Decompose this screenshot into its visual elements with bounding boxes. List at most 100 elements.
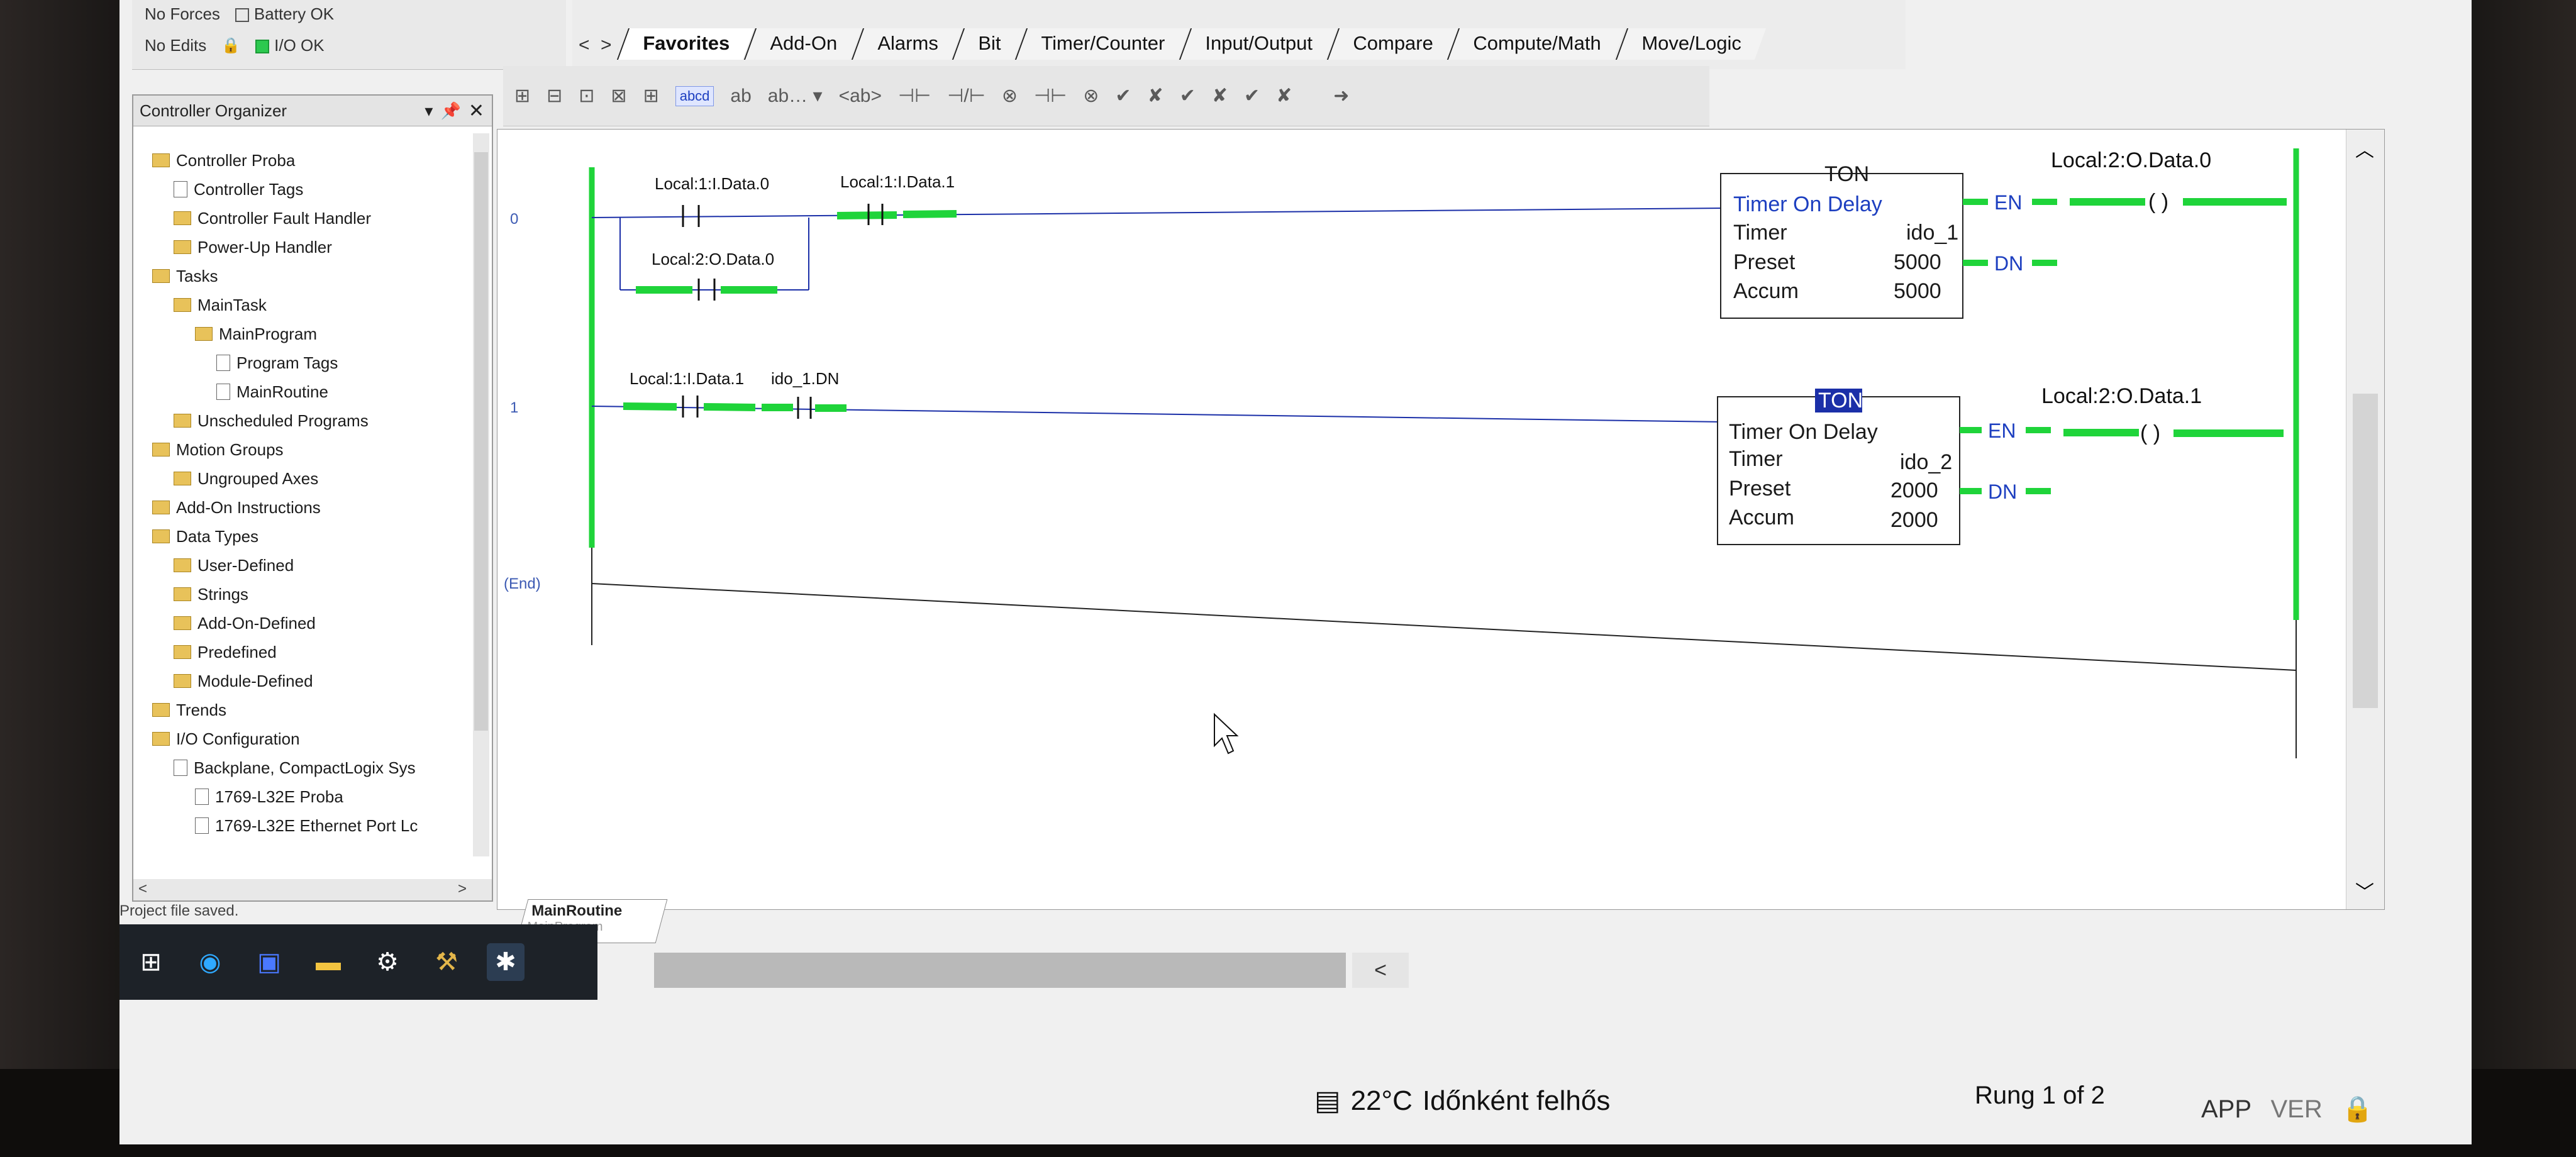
xio-icon[interactable]: ⊞ bbox=[643, 85, 659, 107]
contact-open-icon[interactable]: ⊣⊢ bbox=[898, 85, 931, 107]
tree-node[interactable]: Program Tags bbox=[152, 348, 467, 377]
coil-unlatch-icon[interactable]: ⊗ bbox=[1083, 85, 1099, 107]
organizer-pin-icon[interactable]: 📌 bbox=[440, 101, 460, 121]
studio5000-icon[interactable]: ✱ bbox=[487, 943, 525, 981]
tree-node-label: MainRoutine bbox=[236, 382, 328, 401]
rung-1-contact-1[interactable]: Local:1:I.Data.1 bbox=[623, 369, 756, 418]
tree-node[interactable]: Tasks bbox=[152, 262, 467, 291]
tree-node[interactable]: Strings bbox=[152, 580, 467, 609]
rung-1-timer-tag[interactable]: ido_2 bbox=[1900, 450, 1952, 474]
hscroll-left-arrow-icon[interactable]: < bbox=[1352, 953, 1409, 988]
tree-node[interactable]: Unscheduled Programs bbox=[152, 406, 467, 435]
instruction-tab[interactable]: Move/Logic bbox=[1615, 28, 1766, 60]
tree-node[interactable]: Module-Defined bbox=[152, 667, 467, 695]
ab-icon[interactable]: ab bbox=[730, 86, 751, 107]
rung-1-accum-value[interactable]: 2000 bbox=[1890, 508, 1938, 532]
editor-hscrollbar[interactable]: < bbox=[654, 953, 1409, 988]
instruction-tab[interactable]: Compute/Math bbox=[1447, 28, 1626, 60]
instruction-tab-label: Favorites bbox=[643, 32, 730, 54]
rung-1-ton-block[interactable]: TON Timer On Delay Timer ido_2 Preset 20… bbox=[1717, 389, 1960, 545]
tree-node[interactable]: Predefined bbox=[152, 638, 467, 667]
organizer-scroll-thumb[interactable] bbox=[474, 152, 488, 731]
tree-node[interactable]: I/O Configuration bbox=[152, 724, 467, 753]
xic-icon[interactable]: ⊠ bbox=[611, 85, 626, 107]
palette-prev-arrow[interactable]: < bbox=[579, 35, 590, 56]
edit-accept-icon[interactable]: ✔ bbox=[1115, 85, 1131, 107]
rslinx-icon[interactable]: ⚒ bbox=[428, 943, 465, 981]
tree-node[interactable]: Power-Up Handler bbox=[152, 233, 467, 262]
rung-1-ton-type[interactable]: TON bbox=[1818, 389, 1863, 412]
instruction-tab[interactable]: Input/Output bbox=[1179, 28, 1338, 60]
organizer-scrollbar[interactable] bbox=[473, 133, 489, 856]
rung-0-preset-value[interactable]: 5000 bbox=[1894, 250, 1941, 274]
file-explorer-icon[interactable]: ▬ bbox=[309, 943, 347, 981]
rung-0-timer-tag[interactable]: ido_1 bbox=[1906, 221, 1958, 245]
tree-node[interactable]: MainProgram bbox=[152, 319, 467, 348]
ladder-diagram[interactable]: 0 1 Local:1:I.Data.0 Local:1:I.Data.1 Lo… bbox=[497, 130, 2346, 909]
go-arrow-icon[interactable]: ➜ bbox=[1333, 85, 1349, 107]
ab-dropdown-icon[interactable]: ab… ▾ bbox=[768, 85, 823, 107]
instruction-tab[interactable]: Bit bbox=[952, 28, 1026, 60]
rung-1-coil[interactable]: Local:2:O.Data.1 ( ) bbox=[2041, 384, 2284, 445]
tree-node[interactable]: Backplane, CompactLogix Sys bbox=[152, 753, 467, 782]
editor-scroll-thumb[interactable] bbox=[2353, 394, 2378, 708]
coil-icon[interactable]: ⊗ bbox=[1002, 85, 1018, 107]
branch-level-icon[interactable]: ⊡ bbox=[579, 85, 594, 107]
edit-cancel-all-icon[interactable]: ✘ bbox=[1212, 85, 1228, 107]
tree-node[interactable]: Data Types bbox=[152, 522, 467, 551]
ladder-editor[interactable]: 0 1 Local:1:I.Data.0 Local:1:I.Data.1 Lo… bbox=[497, 129, 2385, 910]
rung-1-contact-2[interactable]: ido_1.DN bbox=[762, 369, 847, 419]
tree-node[interactable]: Add-On-Defined bbox=[152, 609, 467, 638]
scroll-up-icon[interactable]: ︿ bbox=[2355, 135, 2374, 162]
tree-node[interactable]: MainRoutine bbox=[152, 377, 467, 406]
instruction-tab[interactable]: Alarms bbox=[851, 28, 963, 60]
edit-accept-all-icon[interactable]: ✔ bbox=[1180, 85, 1196, 107]
weather-widget[interactable]: ▤ 22°C Időnként felhős bbox=[1314, 1085, 1610, 1117]
save-icon[interactable]: ▣ bbox=[250, 943, 288, 981]
tree-node[interactable]: Trends bbox=[152, 695, 467, 724]
edge-browser-icon[interactable]: ◉ bbox=[191, 943, 229, 981]
tree-node[interactable]: Ungrouped Axes bbox=[152, 464, 467, 493]
branch-icon[interactable]: ⊟ bbox=[547, 85, 562, 107]
hscroll-right-icon[interactable]: > bbox=[458, 880, 467, 898]
tree-node[interactable]: 1769-L32E Ethernet Port Lc bbox=[152, 811, 467, 840]
rung-0-ton-block[interactable]: TON Timer On Delay Timer ido_1 Preset 50… bbox=[1720, 162, 1963, 319]
tree-node[interactable]: User-Defined bbox=[152, 551, 467, 580]
instruction-tab[interactable]: Compare bbox=[1326, 28, 1458, 60]
tree-node[interactable]: 1769-L32E Proba bbox=[152, 782, 467, 811]
rung-0-accum-value[interactable]: 5000 bbox=[1894, 279, 1941, 303]
tree-node[interactable]: Motion Groups bbox=[152, 435, 467, 464]
organizer-close-icon[interactable]: ✕ bbox=[469, 100, 484, 122]
edit-cancel-icon[interactable]: ✘ bbox=[1148, 85, 1163, 107]
tree-node[interactable]: MainTask bbox=[152, 291, 467, 319]
instruction-tab[interactable]: Add-On bbox=[743, 28, 862, 60]
rung-0-contact-2[interactable]: Local:1:I.Data.1 bbox=[836, 172, 957, 225]
finalize-icon[interactable]: ✔ bbox=[1244, 85, 1260, 107]
palette-next-arrow[interactable]: > bbox=[601, 35, 612, 56]
editor-vscrollbar[interactable]: ︿ ﹀ bbox=[2346, 130, 2384, 909]
tree-node[interactable]: Controller Fault Handler bbox=[152, 204, 467, 233]
hscroll-left-icon[interactable]: < bbox=[138, 880, 147, 898]
coil-latch-icon[interactable]: ⊣⊢ bbox=[1034, 85, 1067, 107]
tree-node[interactable]: Controller Tags bbox=[152, 175, 467, 204]
scroll-down-icon[interactable]: ﹀ bbox=[2355, 877, 2374, 904]
tree-node[interactable]: Controller Proba bbox=[152, 146, 467, 175]
app-icon[interactable]: ⚙ bbox=[369, 943, 406, 981]
windows-start-icon[interactable]: ⊞ bbox=[132, 943, 170, 981]
instruction-tab[interactable]: Favorites bbox=[616, 28, 754, 60]
rung-0-branch-contact[interactable]: Local:2:O.Data.0 bbox=[636, 250, 777, 301]
rung-1-preset-value[interactable]: 2000 bbox=[1890, 479, 1938, 502]
instruction-tab[interactable]: Timer/Counter bbox=[1015, 28, 1190, 60]
abc-tag-icon[interactable]: abcd bbox=[675, 86, 714, 106]
rung-0-coil[interactable]: Local:2:O.Data.0 ( ) bbox=[2051, 148, 2287, 214]
rung-1-preset-label: Preset bbox=[1729, 477, 1791, 501]
discard-icon[interactable]: ✘ bbox=[1276, 85, 1292, 107]
tree-node-label: Add-On-Defined bbox=[197, 613, 316, 633]
organizer-menu-icon[interactable]: ▾ bbox=[425, 101, 433, 121]
contact-closed-icon[interactable]: ⊣/⊢ bbox=[947, 85, 985, 107]
tree-node[interactable]: Add-On Instructions bbox=[152, 493, 467, 522]
rung-0-contact-1[interactable]: Local:1:I.Data.0 bbox=[655, 174, 769, 227]
ab-description-icon[interactable]: <ab> bbox=[839, 86, 882, 107]
rung-icon[interactable]: ⊞ bbox=[514, 85, 530, 107]
organizer-hscrollbar[interactable]: < > bbox=[133, 879, 492, 900]
